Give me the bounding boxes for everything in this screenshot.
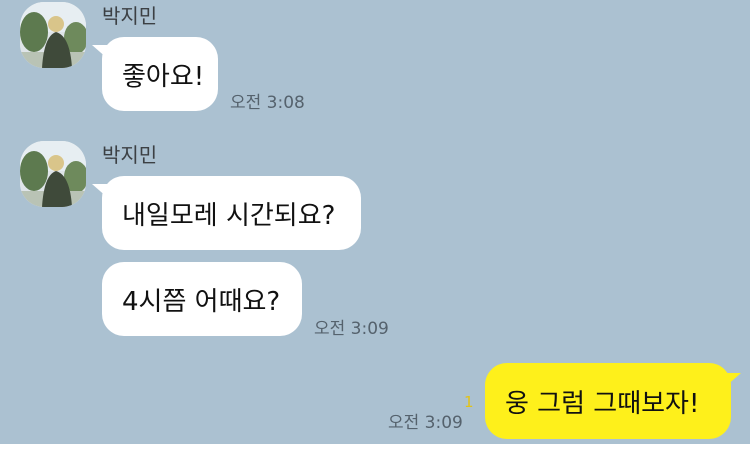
input-area-edge	[0, 444, 750, 450]
message-text: 웅 그럼 그때보자!	[505, 388, 700, 419]
profile-photo-icon	[20, 141, 86, 207]
unread-count: 1	[464, 393, 474, 411]
sender-name: 박지민	[102, 143, 158, 167]
sender-avatar[interactable]	[20, 141, 86, 207]
message-text: 좋아요!	[122, 61, 205, 92]
message-text: 내일모레 시간되요?	[122, 200, 336, 231]
message-time: 오전 3:09	[388, 413, 463, 433]
sender-name: 박지민	[102, 4, 158, 28]
message-time: 오전 3:08	[230, 93, 305, 113]
message-bubble[interactable]: 4시쯤 어때요?	[102, 262, 302, 336]
profile-photo-icon	[20, 2, 86, 68]
message-bubble[interactable]: 내일모레 시간되요?	[92, 176, 361, 250]
message-time: 오전 3:09	[314, 319, 389, 339]
message-bubble[interactable]: 좋아요!	[92, 37, 218, 111]
my-message-bubble[interactable]: 웅 그럼 그때보자!	[485, 363, 741, 439]
chat-room: 박지민 좋아요! 오전 3:08 박지민 내일모레 시간되요? 4시쯤 어때요?…	[0, 0, 750, 444]
message-text: 4시쯤 어때요?	[122, 286, 281, 317]
sender-avatar[interactable]	[20, 2, 86, 68]
